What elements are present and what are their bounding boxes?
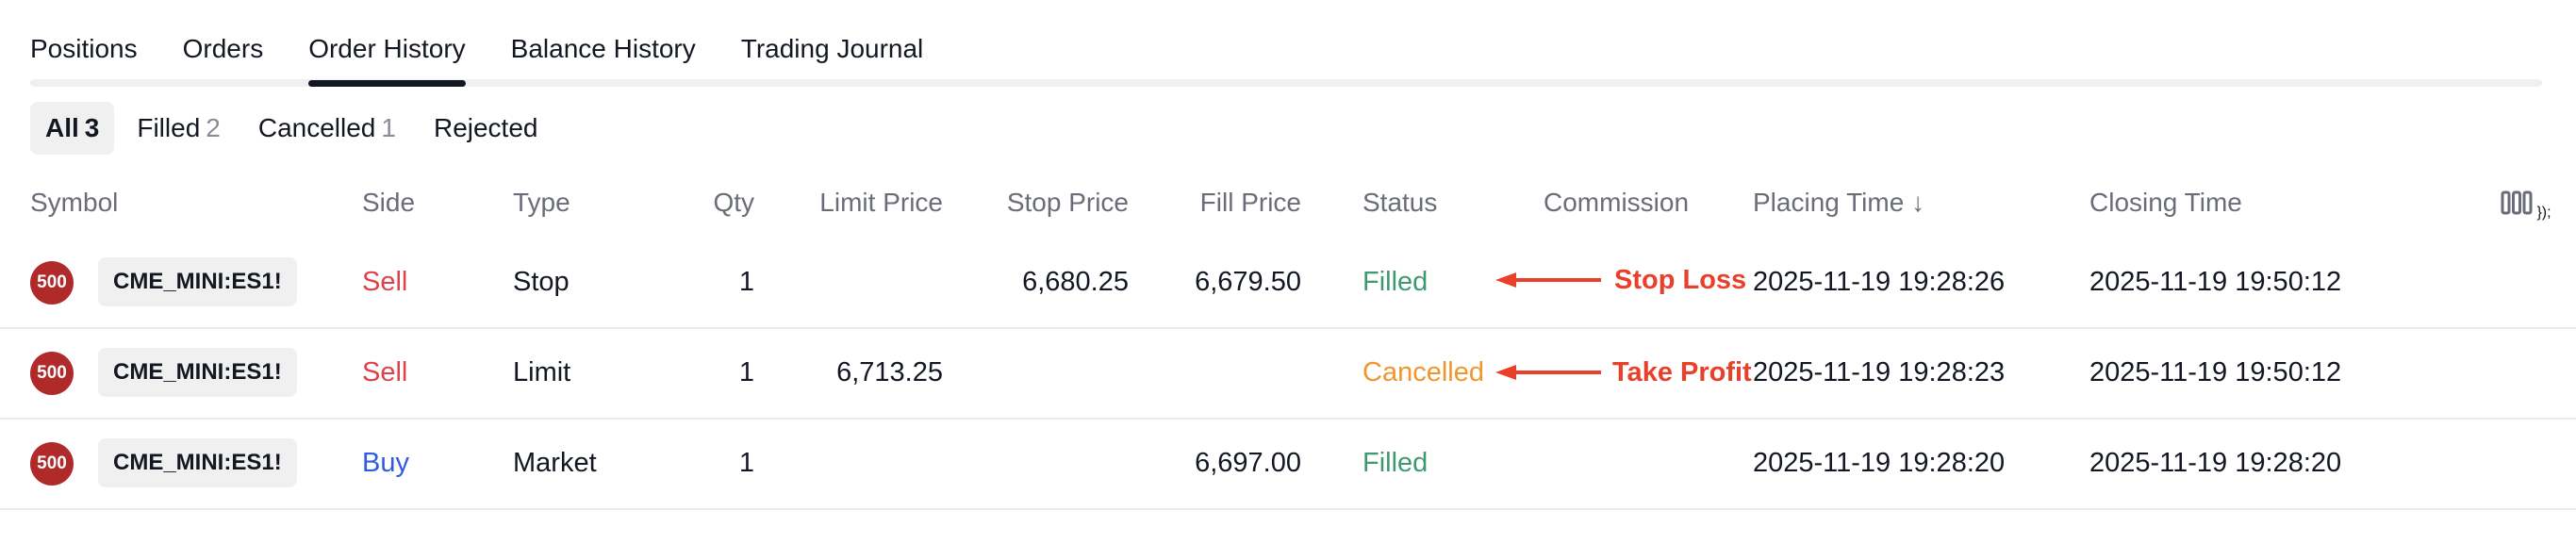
filter-filled-count: 2 [206,113,221,142]
status-cell: Cancelled [1362,357,1484,387]
filter-all-label: All [45,113,79,142]
placing-time-cell: 2025-11-19 19:28:26 [1753,267,2006,297]
columns-icon[interactable]: }); [2501,189,2551,221]
arrow-left-icon [1495,365,1601,380]
symbol-logo-badge: 500 [30,261,74,305]
filter-rejected[interactable]: Rejected [419,102,553,155]
column-header-fill-price[interactable]: Fill Price [1129,188,1301,218]
side-cell: Sell [362,267,408,297]
column-header-qty[interactable]: Qty [660,188,754,218]
placing-time-cell: 2025-11-19 19:28:20 [1753,448,2006,478]
fill-price-cell: 6,679.50 [1195,267,1301,297]
table-row[interactable]: 500 CME_MINI:ES1! Sell Stop 1 6,680.25 6… [0,237,2576,329]
closing-time-cell: 2025-11-19 19:50:12 [2089,267,2342,297]
qty-cell: 1 [738,448,754,478]
side-cell: Buy [362,448,409,478]
symbol-ticker[interactable]: CME_MINI:ES1! [98,348,297,397]
fill-price-cell [1129,327,1301,418]
table-row[interactable]: 500 CME_MINI:ES1! Buy Market 1 6,697.00 … [0,418,2576,510]
column-header-type[interactable]: Type [513,188,570,218]
closing-time-cell: 2025-11-19 19:50:12 [2089,357,2342,387]
limit-price-cell [754,237,943,327]
tab-bar: Positions Orders Order History Balance H… [30,0,968,87]
fill-price-cell: 6,697.00 [1195,448,1301,478]
arrow-left-icon [1495,272,1601,288]
placing-time-cell: 2025-11-19 19:28:23 [1753,357,2006,387]
status-cell: Filled [1362,267,1428,297]
qty-cell: 1 [738,267,754,297]
tab-positions[interactable]: Positions [30,0,138,87]
filter-filled[interactable]: Filled 2 [122,102,236,155]
column-header-status[interactable]: Status [1362,188,1437,218]
symbol-logo-badge: 500 [30,352,74,395]
column-header-stop-price[interactable]: Stop Price [943,188,1129,218]
tab-trading-journal[interactable]: Trading Journal [741,0,924,87]
symbol-logo-badge: 500 [30,442,74,486]
annotation-take-profit: Take Profit [1612,357,1752,387]
closing-time-cell: 2025-11-19 19:28:20 [2089,448,2342,478]
stop-price-cell [943,327,1129,418]
tab-balance-history[interactable]: Balance History [511,0,696,87]
qty-cell: 1 [738,357,754,387]
symbol-ticker[interactable]: CME_MINI:ES1! [98,438,297,487]
column-header-limit-price[interactable]: Limit Price [754,188,943,218]
column-header-commission[interactable]: Commission [1544,188,1689,218]
limit-price-cell [754,418,943,508]
tab-orders[interactable]: Orders [183,0,264,87]
side-cell: Sell [362,357,408,387]
filter-cancelled-count: 1 [381,113,396,142]
filter-rejected-label: Rejected [433,113,538,142]
column-header-side[interactable]: Side [362,188,415,218]
column-header-closing-time[interactable]: Closing Time [2089,188,2242,218]
tab-order-history[interactable]: Order History [308,0,467,87]
type-cell: Market [513,448,597,478]
status-filter-bar: All 3 Filled 2 Cancelled 1 Rejected [30,102,560,155]
filter-cancelled[interactable]: Cancelled 1 [243,102,411,155]
limit-price-cell: 6,713.25 [836,357,943,387]
column-header-placing-time[interactable]: Placing Time ↓ [1753,188,1924,218]
status-cell: Filled [1362,448,1428,478]
filter-filled-label: Filled [137,113,201,142]
symbol-ticker[interactable]: CME_MINI:ES1! [98,257,297,306]
filter-all[interactable]: All 3 [30,102,115,155]
stop-price-cell [943,418,1129,508]
column-header-symbol[interactable]: Symbol [30,188,118,218]
stop-price-cell: 6,680.25 [1022,267,1129,297]
type-cell: Limit [513,357,571,387]
type-cell: Stop [513,267,570,297]
filter-all-count: 3 [84,113,100,142]
table-row[interactable]: 500 CME_MINI:ES1! Sell Limit 1 6,713.25 … [0,327,2576,420]
filter-cancelled-label: Cancelled [257,113,376,142]
annotation-stop-loss: Stop Loss [1614,265,1747,295]
